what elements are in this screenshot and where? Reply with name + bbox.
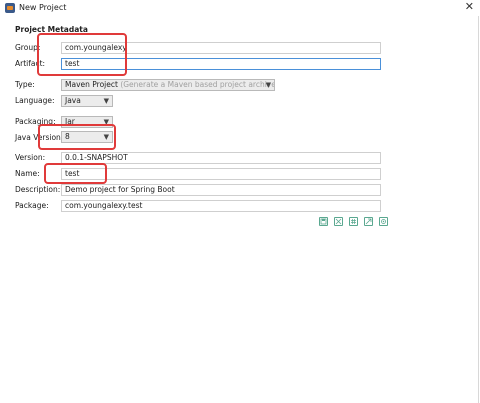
chevron-down-icon: ▼ [103,97,109,105]
grid-icon[interactable] [349,217,358,226]
group-field[interactable]: com.youngalexy [61,42,381,54]
name-label: Name: [15,169,40,178]
packaging-label: Packaging: [15,117,56,126]
window-border [478,16,479,403]
packaging-select[interactable]: Jar ▼ [61,116,113,128]
description-field[interactable]: Demo project for Spring Boot [61,184,381,196]
type-hint: (Generate a Maven based project archive.… [120,80,275,89]
version-label: Version: [15,153,46,162]
section-title: Project Metadata [15,25,88,34]
packaging-value: Jar [65,117,75,126]
java-version-value: 8 [65,132,70,141]
window-title: New Project [19,3,67,12]
chevron-down-icon: ▼ [265,81,271,89]
artifact-label: Artifact: [15,59,46,68]
app-icon [5,3,15,13]
java-version-select[interactable]: 8 ▼ [61,131,113,143]
expand-icon[interactable] [334,217,343,226]
version-field[interactable]: 0.0.1-SNAPSHOT [61,152,381,164]
java-version-label: Java Version: [15,133,64,142]
name-field[interactable]: test [61,168,381,180]
chevron-down-icon: ▼ [103,118,109,126]
language-value: Java [65,96,81,105]
type-value: Maven Project [65,80,118,89]
type-select[interactable]: Maven Project (Generate a Maven based pr… [61,79,275,91]
settings-icon[interactable] [379,217,388,226]
artifact-field[interactable]: test [61,58,381,70]
description-label: Description: [15,185,61,194]
title-bar: New Project ✕ [0,0,480,16]
chevron-down-icon: ▼ [103,133,109,141]
language-select[interactable]: Java ▼ [61,95,113,107]
group-label: Group: [15,43,41,52]
close-icon[interactable]: ✕ [465,1,474,13]
type-label: Type: [15,80,35,89]
export-icon[interactable] [364,217,373,226]
package-label: Package: [15,201,49,210]
save-icon[interactable] [319,217,328,226]
language-label: Language: [15,96,55,105]
package-field[interactable]: com.youngalexy.test [61,200,381,212]
